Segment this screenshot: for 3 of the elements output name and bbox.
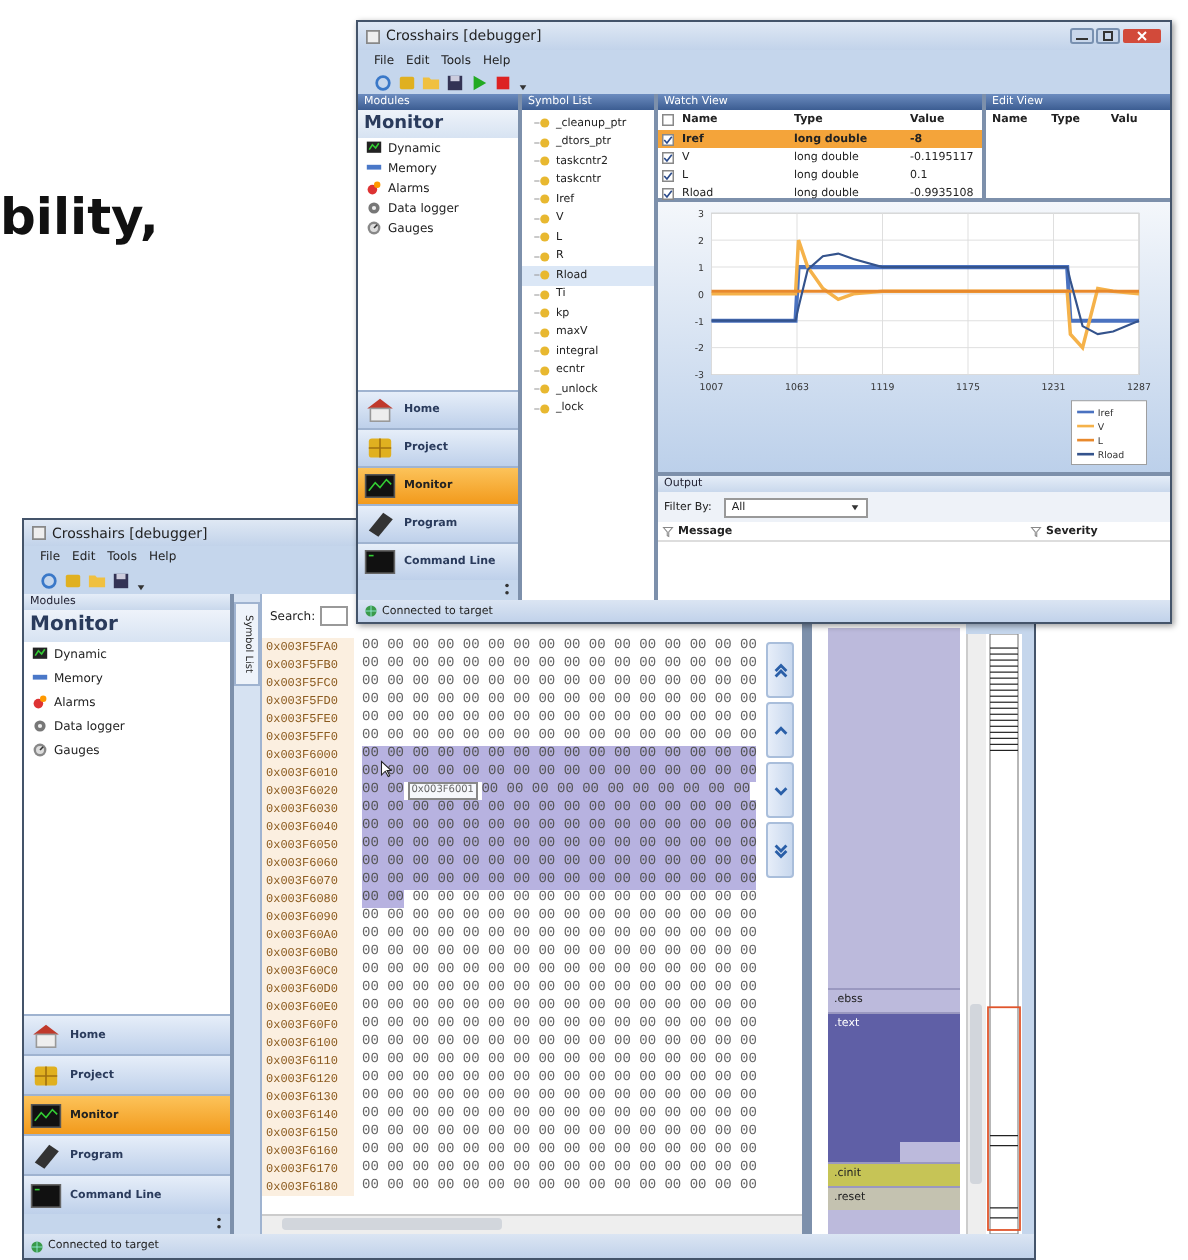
section-title: Monitor [358, 110, 518, 138]
section-title: Monitor [24, 610, 230, 642]
headline-text: bility, [0, 188, 159, 246]
